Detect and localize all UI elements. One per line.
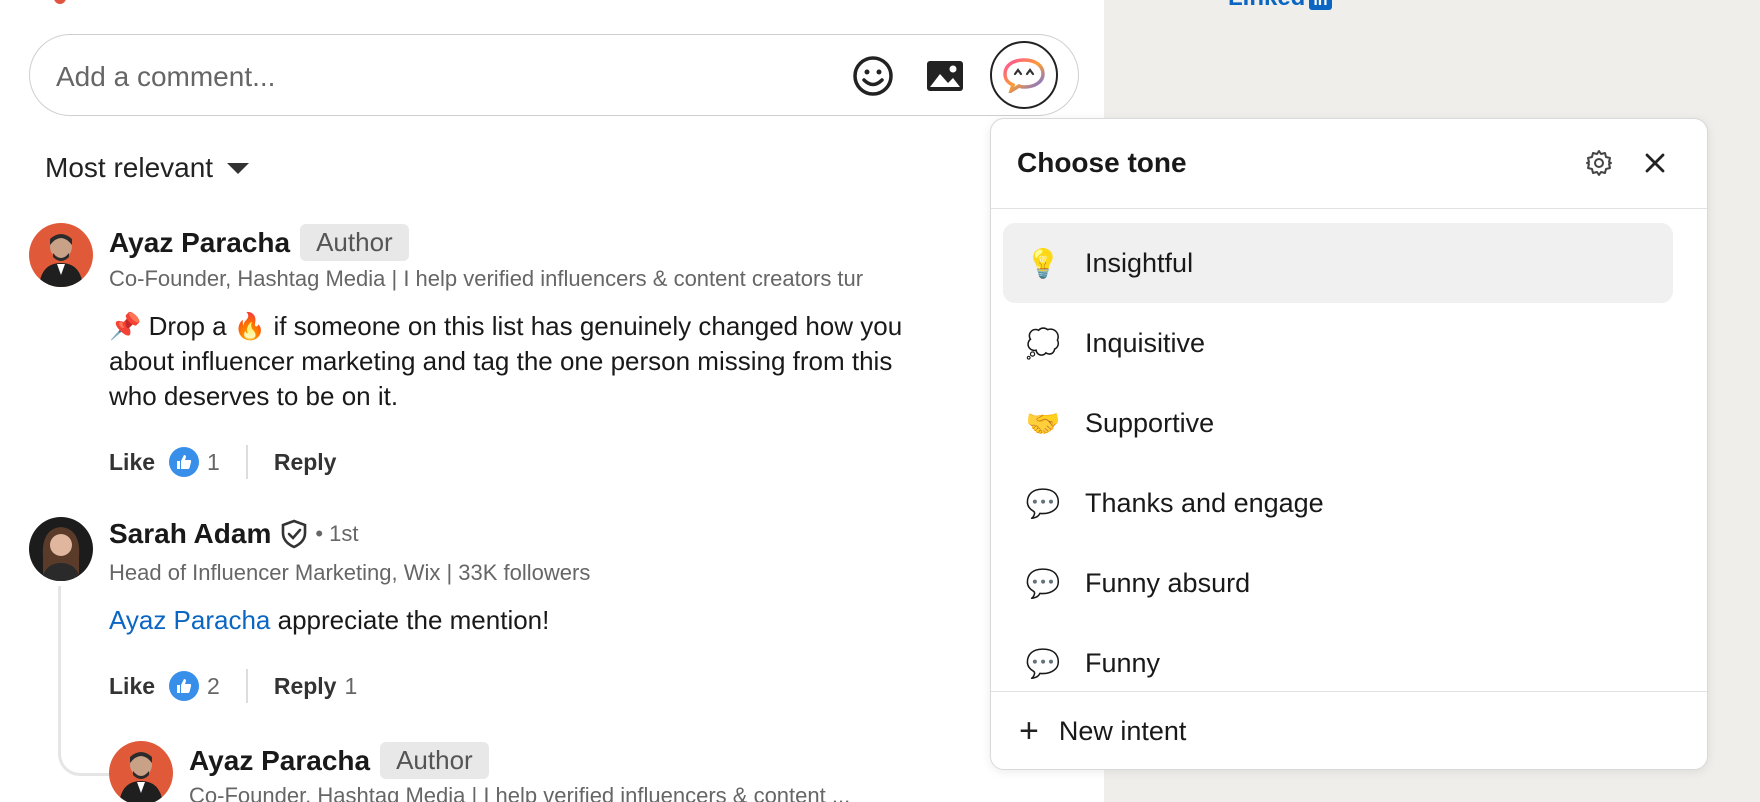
reply-button[interactable]: Reply — [274, 673, 337, 700]
reply-count: 1 — [344, 672, 358, 699]
tone-list: 💡 Insightful 💭 Inquisitive 🤝 Supportive … — [1003, 223, 1673, 703]
commenter-headline: Head of Influencer Marketing, Wix | 33K … — [109, 560, 591, 585]
choose-tone-popup: Choose tone 💡 Insightful 💭 Inquisitive 🤝… — [990, 118, 1708, 770]
tone-label: Supportive — [1085, 407, 1215, 438]
new-intent-label: New intent — [1058, 716, 1187, 746]
like-button[interactable]: Like — [109, 673, 155, 700]
caret-down-icon — [227, 162, 250, 174]
ai-assistant-button[interactable] — [990, 41, 1058, 109]
commenter-headline: Co-Founder, Hashtag Media | I help verif… — [109, 266, 864, 291]
avatar[interactable] — [29, 517, 93, 581]
comment-body: Ayaz Paracha appreciate the mention! — [109, 605, 550, 635]
tone-label: Funny absurd — [1085, 567, 1251, 598]
sort-label: Most relevant — [45, 152, 214, 183]
tone-label: Insightful — [1085, 247, 1194, 278]
tone-option-insightful[interactable]: 💡 Insightful — [1003, 223, 1673, 303]
like-count: 1 — [207, 448, 220, 475]
lightbulb-icon: 💡 — [1025, 247, 1061, 279]
gear-icon[interactable] — [1585, 149, 1613, 177]
tone-option-funny-absurd[interactable]: 💬 Funny absurd — [1003, 543, 1673, 623]
top-peek-text: Linkedin — [1228, 0, 1332, 12]
plus-icon: + — [1019, 712, 1039, 750]
commenter-name[interactable]: Ayaz Paracha Author — [109, 224, 409, 261]
mention-link[interactable]: Ayaz Paracha — [109, 605, 270, 635]
avatar[interactable] — [29, 223, 93, 287]
popup-title: Choose tone — [1017, 147, 1187, 178]
handshake-icon: 🤝 — [1025, 407, 1061, 439]
connection-degree: • 1st — [315, 521, 359, 546]
speech-bubble-icon: 💬 — [1025, 567, 1061, 599]
emoji-icon[interactable] — [850, 53, 896, 99]
comment-body: 📌 Drop a 🔥 if someone on this list has g… — [109, 311, 903, 411]
thread-connector — [58, 586, 112, 776]
like-button[interactable]: Like — [109, 449, 155, 476]
close-icon[interactable] — [1641, 149, 1669, 177]
notification-dot — [54, 0, 66, 4]
commenter-name[interactable]: Ayaz Paracha Author — [189, 742, 489, 779]
speech-bubble-icon: 💬 — [1025, 487, 1061, 519]
avatar[interactable] — [109, 741, 173, 802]
comment-actions: Like 2 Reply 1 — [109, 669, 357, 703]
like-reaction-icon[interactable] — [169, 447, 200, 477]
author-badge: Author — [380, 742, 489, 779]
tone-label: Inquisitive — [1085, 327, 1206, 358]
reply-button[interactable]: Reply — [274, 449, 337, 476]
tone-label: Funny — [1085, 647, 1161, 678]
post-comments-card: Add a comment... Most relevant Ayaz Para… — [0, 0, 1104, 802]
commenter-headline: Co-Founder, Hashtag Media | I help verif… — [189, 783, 851, 802]
new-intent-button[interactable]: + New intent — [991, 691, 1707, 769]
tone-option-thanks-and-engage[interactable]: 💬 Thanks and engage — [1003, 463, 1673, 543]
tone-option-inquisitive[interactable]: 💭 Inquisitive — [1003, 303, 1673, 383]
comment-input[interactable]: Add a comment... — [29, 34, 1079, 116]
commenter-name[interactable]: Sarah Adam • 1st — [109, 518, 359, 550]
thought-bubble-icon: 💭 — [1025, 327, 1061, 359]
comment-actions: Like 1 Reply — [109, 445, 336, 479]
action-divider — [245, 445, 248, 479]
tone-option-supportive[interactable]: 🤝 Supportive — [1003, 383, 1673, 463]
image-icon[interactable] — [922, 53, 968, 99]
author-badge: Author — [300, 224, 409, 261]
popup-header: Choose tone — [991, 119, 1707, 209]
tone-label: Thanks and engage — [1085, 487, 1324, 518]
like-count: 2 — [207, 672, 220, 699]
action-divider — [245, 669, 248, 703]
like-reaction-icon[interactable] — [169, 671, 200, 701]
speech-bubble-icon: 💬 — [1025, 647, 1061, 679]
sort-dropdown[interactable]: Most relevant — [45, 152, 250, 184]
ai-chat-icon — [1003, 58, 1045, 93]
verified-shield-icon — [282, 519, 307, 549]
comment-placeholder: Add a comment... — [56, 61, 276, 92]
